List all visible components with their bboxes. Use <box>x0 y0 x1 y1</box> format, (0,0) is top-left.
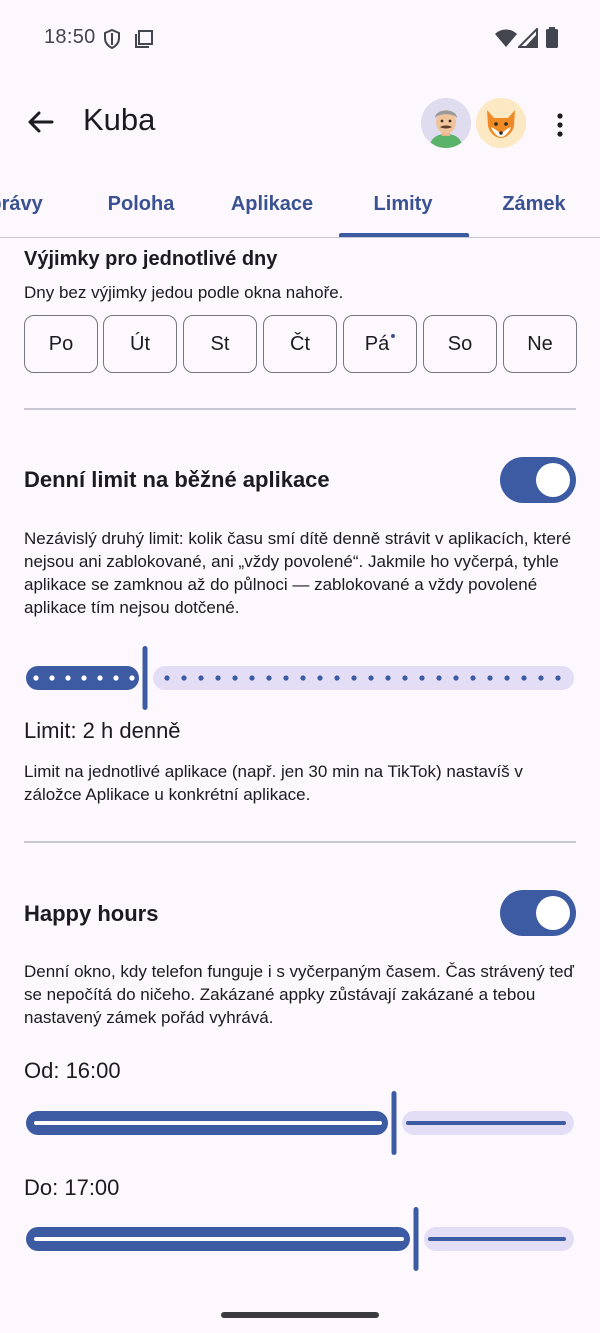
day-chip-so[interactable]: So <box>423 315 497 373</box>
slider-tick <box>470 675 476 681</box>
day-label: Čt <box>290 333 310 355</box>
tab-bar: Zprávy Poloha Aplikace Limity Zámek <box>0 172 600 238</box>
day-label: Pá <box>364 333 390 355</box>
daily-limit-note: Limit na jednotlivé aplikace (např. jen … <box>24 762 523 804</box>
slider-tick <box>419 675 425 681</box>
slider-tick <box>33 675 39 681</box>
slider-handle[interactable] <box>142 646 148 710</box>
slider-tick <box>198 675 204 681</box>
wifi-icon <box>494 28 518 53</box>
status-time: 18:50 <box>44 26 96 48</box>
toggle-knob <box>536 896 570 930</box>
slider-tick <box>49 675 55 681</box>
slider-tick <box>504 675 510 681</box>
day-label: Ne <box>527 333 553 355</box>
toggle-knob <box>536 463 570 497</box>
screen-cast-icon <box>134 29 154 54</box>
status-bar: 18:50 <box>0 0 600 76</box>
tab-poloha[interactable]: Poloha <box>76 172 206 237</box>
cellular-signal-icon <box>516 26 538 53</box>
happy-hours-description: Denní okno, kdy telefon funguje i s vyče… <box>24 962 574 1027</box>
day-label: Út <box>130 333 150 355</box>
slider-tick <box>368 675 374 681</box>
day-label: Po <box>48 333 74 355</box>
day-selector: Po Út St Čt Pá So Ne <box>24 315 577 373</box>
slider-tick <box>453 675 459 681</box>
tab-zamek[interactable]: Zámek <box>469 172 599 237</box>
tab-aplikace[interactable]: Aplikace <box>207 172 337 237</box>
slider-tick <box>334 675 340 681</box>
slider-tick <box>249 675 255 681</box>
gesture-home-bar[interactable] <box>221 1312 379 1318</box>
happy-hours-to-slider[interactable] <box>24 1206 576 1272</box>
day-label: So <box>447 333 473 355</box>
slider-tick <box>317 675 323 681</box>
slider-tick <box>113 675 119 681</box>
slider-tick <box>129 675 135 681</box>
slider-handle[interactable] <box>413 1207 419 1271</box>
slider-tick <box>181 675 187 681</box>
slider-tick <box>81 675 87 681</box>
slider-tick <box>402 675 408 681</box>
slider-tick <box>436 675 442 681</box>
day-chip-po[interactable]: Po <box>24 315 98 373</box>
vpn-shield-icon <box>102 28 122 55</box>
exceptions-title: Výjimky pro jednotlivé dny <box>24 248 278 270</box>
slider-tick <box>266 675 272 681</box>
slider-tick <box>65 675 71 681</box>
slider-tick <box>215 675 221 681</box>
battery-icon <box>545 27 559 54</box>
back-arrow-icon[interactable] <box>22 102 62 142</box>
day-chip-ut[interactable]: Út <box>103 315 177 373</box>
tab-indicator <box>339 233 469 237</box>
slider-tick <box>351 675 357 681</box>
slider-tick <box>283 675 289 681</box>
parent-avatar[interactable] <box>421 98 471 148</box>
slider-handle[interactable] <box>391 1091 397 1155</box>
day-chip-ne[interactable]: Ne <box>503 315 577 373</box>
day-label: St <box>210 333 230 355</box>
slider-tick <box>555 675 561 681</box>
slider-tick <box>521 675 527 681</box>
happy-hours-to-value: Do: 17:00 <box>24 1175 120 1200</box>
daily-limit-description: Nezávislý druhý limit: kolik času smí dí… <box>24 529 572 617</box>
tab-limity[interactable]: Limity <box>338 172 468 237</box>
slider-tick <box>538 675 544 681</box>
daily-limit-toggle[interactable] <box>500 457 576 503</box>
divider <box>24 408 576 410</box>
slider-tick <box>385 675 391 681</box>
day-chip-st[interactable]: St <box>183 315 257 373</box>
slider-tick <box>487 675 493 681</box>
daily-limit-title: Denní limit na běžné aplikace <box>24 467 330 492</box>
happy-hours-from-slider[interactable] <box>24 1090 576 1156</box>
day-chip-pa[interactable]: Pá <box>343 315 417 373</box>
slider-tick <box>232 675 238 681</box>
exceptions-subtitle: Dny bez výjimky jedou podle okna nahoře. <box>24 283 344 302</box>
page-title: Kuba <box>83 102 156 137</box>
slider-tick <box>97 675 103 681</box>
child-avatar[interactable] <box>476 98 526 148</box>
divider <box>24 841 576 843</box>
daily-limit-slider[interactable] <box>24 644 576 712</box>
daily-limit-value: Limit: 2 h denně <box>24 718 181 743</box>
day-chip-ct[interactable]: Čt <box>263 315 337 373</box>
exception-dot-icon <box>391 334 396 338</box>
slider-tick <box>300 675 306 681</box>
slider-tick <box>164 675 170 681</box>
happy-hours-from-value: Od: 16:00 <box>24 1058 121 1083</box>
tab-zpravy[interactable]: Zprávy <box>0 172 75 237</box>
more-options-icon[interactable] <box>548 106 572 146</box>
happy-hours-title: Happy hours <box>24 901 159 926</box>
top-app-bar: Kuba <box>0 76 600 172</box>
happy-hours-toggle[interactable] <box>500 890 576 936</box>
